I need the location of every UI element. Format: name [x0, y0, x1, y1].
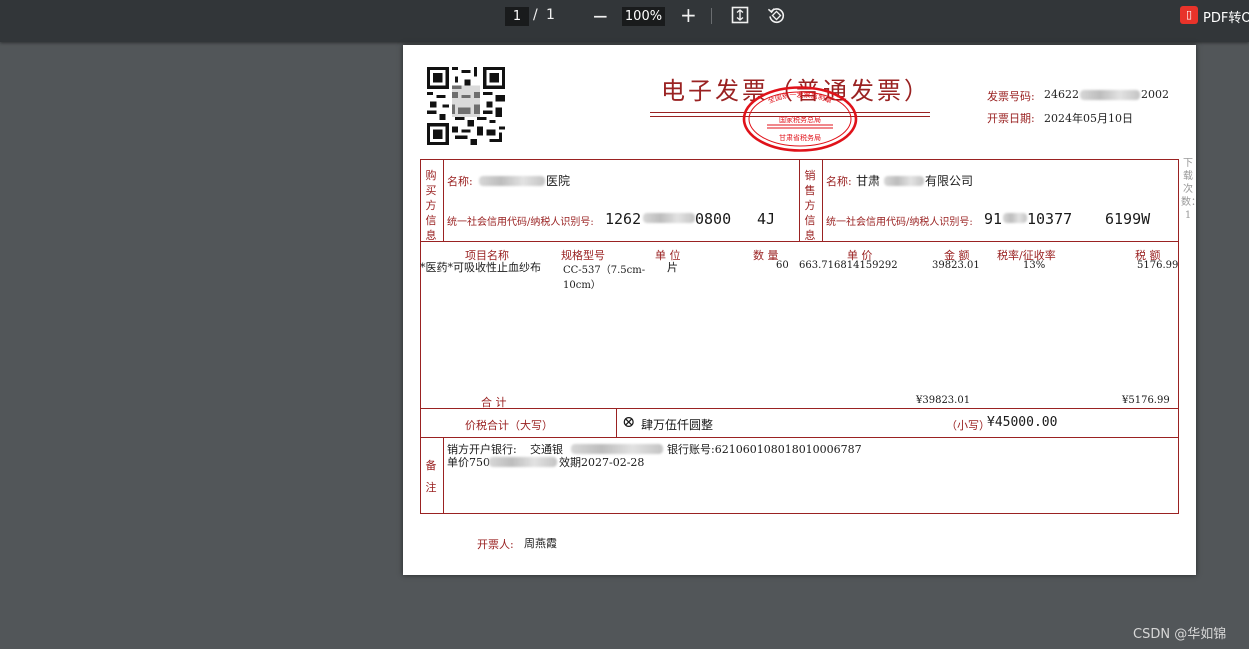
seller-label-divider	[822, 159, 823, 241]
buyer-tax-tail: 4J	[757, 210, 776, 228]
pdf-tool-logo-icon: ▯	[1180, 6, 1198, 24]
seller-section-label: 销售方信息	[804, 169, 816, 242]
seller-tax-tail: 6199W	[1105, 210, 1151, 228]
zoom-out-button[interactable]: −	[592, 4, 609, 28]
item-name: *医药*可吸收性止血纱布	[420, 261, 541, 274]
total-label: 合 计	[481, 396, 507, 409]
item-amount: 39823.01	[932, 260, 980, 271]
col-quantity: 数 量	[753, 249, 779, 262]
seal-bottom-text: 甘肃省税务局	[779, 133, 821, 142]
download-count-note: 下载次数：1	[1181, 158, 1201, 221]
issuer-label: 开票人:	[477, 538, 514, 551]
toolbar-divider	[711, 8, 712, 24]
pdf-viewer-toolbar: 1 / 1 − 100% + ▯ PDF转O	[0, 0, 1249, 42]
seller-tax-mid: 10377	[1027, 210, 1073, 228]
invoice-page: 电子发票（普通发票） 全国统一发票监制章 国家税务总局 甘肃省税务局 发票号码:…	[403, 45, 1201, 575]
grand-total-small-label: （小写）	[946, 419, 990, 432]
item-spec-line1: CC-537（7.5cm-	[563, 265, 646, 276]
redacted-seller-tax	[1003, 213, 1027, 223]
item-quantity: 60	[776, 260, 789, 271]
redacted-invoice-number	[1080, 90, 1140, 100]
remarks-line2-prefix: 单价750	[447, 456, 490, 469]
csdn-watermark: CSDN @华如锦	[1133, 627, 1227, 642]
total-row-divider	[420, 408, 1179, 409]
issue-date-value: 2024年05月10日	[1044, 112, 1133, 125]
grand-total-words-icon: ⊗	[622, 412, 636, 431]
item-spec-line2: 10cm）	[563, 280, 601, 291]
buyer-label-divider	[443, 159, 444, 241]
total-tax: ¥5176.99	[1122, 395, 1170, 406]
zoom-level-input[interactable]: 100%	[622, 7, 665, 26]
buyer-name-value: 医院	[546, 174, 571, 188]
redacted-buyer-tax	[643, 213, 695, 223]
party-row-divider	[420, 241, 1179, 242]
buyer-section-label: 购买方信息	[425, 169, 437, 242]
item-tax-rate: 13%	[1023, 260, 1046, 271]
remarks-line2-suffix: 效期2027-02-28	[559, 456, 645, 469]
total-amount: ¥39823.01	[916, 395, 971, 406]
remarks-line1-suffix: 银行账号:621060108018010006787	[667, 443, 862, 456]
issue-date-label: 开票日期:	[987, 112, 1035, 125]
seal-mid-text: 国家税务总局	[779, 115, 821, 124]
grand-total-row-divider	[420, 437, 1179, 438]
seller-name-label: 名称:	[826, 175, 852, 188]
redacted-seller-name	[884, 176, 924, 186]
table-border-left	[420, 159, 421, 514]
item-unit: 片	[667, 261, 678, 274]
page-separator: /	[533, 7, 538, 23]
grand-total-words: 肆万伍仟圆整	[641, 418, 714, 432]
zoom-in-button[interactable]: +	[680, 3, 697, 27]
item-unit-price: 663.716814159292	[799, 260, 898, 271]
table-border-right	[1178, 159, 1179, 514]
qr-code-icon	[427, 67, 505, 145]
buyer-tax-mid: 0800	[695, 210, 732, 228]
invoice-number-label: 发票号码:	[987, 90, 1035, 103]
grand-total-divider	[616, 408, 617, 437]
pdf-convert-label: PDF转O	[1203, 11, 1249, 26]
invoice-number-value: 24622	[1044, 88, 1079, 101]
page-total: 1	[546, 7, 555, 23]
seal-top-text: 全国统一发票监制章	[766, 90, 833, 105]
item-tax: 5176.99	[1137, 260, 1179, 271]
table-border-bottom	[420, 513, 1179, 514]
redacted-bank-name	[571, 444, 663, 454]
redacted-buyer-name	[479, 176, 545, 186]
buyer-seller-divider	[799, 159, 800, 241]
issuer-value: 周燕霞	[524, 537, 557, 550]
invoice-number-tail: 2002	[1141, 88, 1169, 101]
buyer-name-label: 名称:	[447, 175, 473, 188]
svg-text:全国统一发票监制章: 全国统一发票监制章	[766, 90, 833, 105]
buyer-tax-value: 1262	[605, 210, 642, 228]
seller-tax-label: 统一社会信用代码/纳税人识别号:	[826, 217, 973, 228]
grand-total-label: 价税合计（大写）	[465, 419, 553, 432]
fit-to-page-icon[interactable]	[731, 6, 749, 24]
remarks-label: 备注	[425, 459, 437, 494]
grand-total-value: ¥45000.00	[987, 415, 1058, 430]
remarks-label-divider	[443, 437, 444, 513]
seller-tax-value: 91	[984, 210, 1003, 228]
official-seal-icon: 全国统一发票监制章 国家税务总局 甘肃省税务局	[742, 86, 858, 152]
seller-name-suffix: 有限公司	[925, 174, 974, 188]
rotate-icon[interactable]	[767, 6, 786, 25]
seller-name-prefix: 甘肃	[856, 174, 881, 188]
redacted-remarks	[489, 457, 557, 467]
buyer-tax-label: 统一社会信用代码/纳税人识别号:	[447, 217, 594, 228]
page-number-input[interactable]: 1	[505, 7, 529, 26]
